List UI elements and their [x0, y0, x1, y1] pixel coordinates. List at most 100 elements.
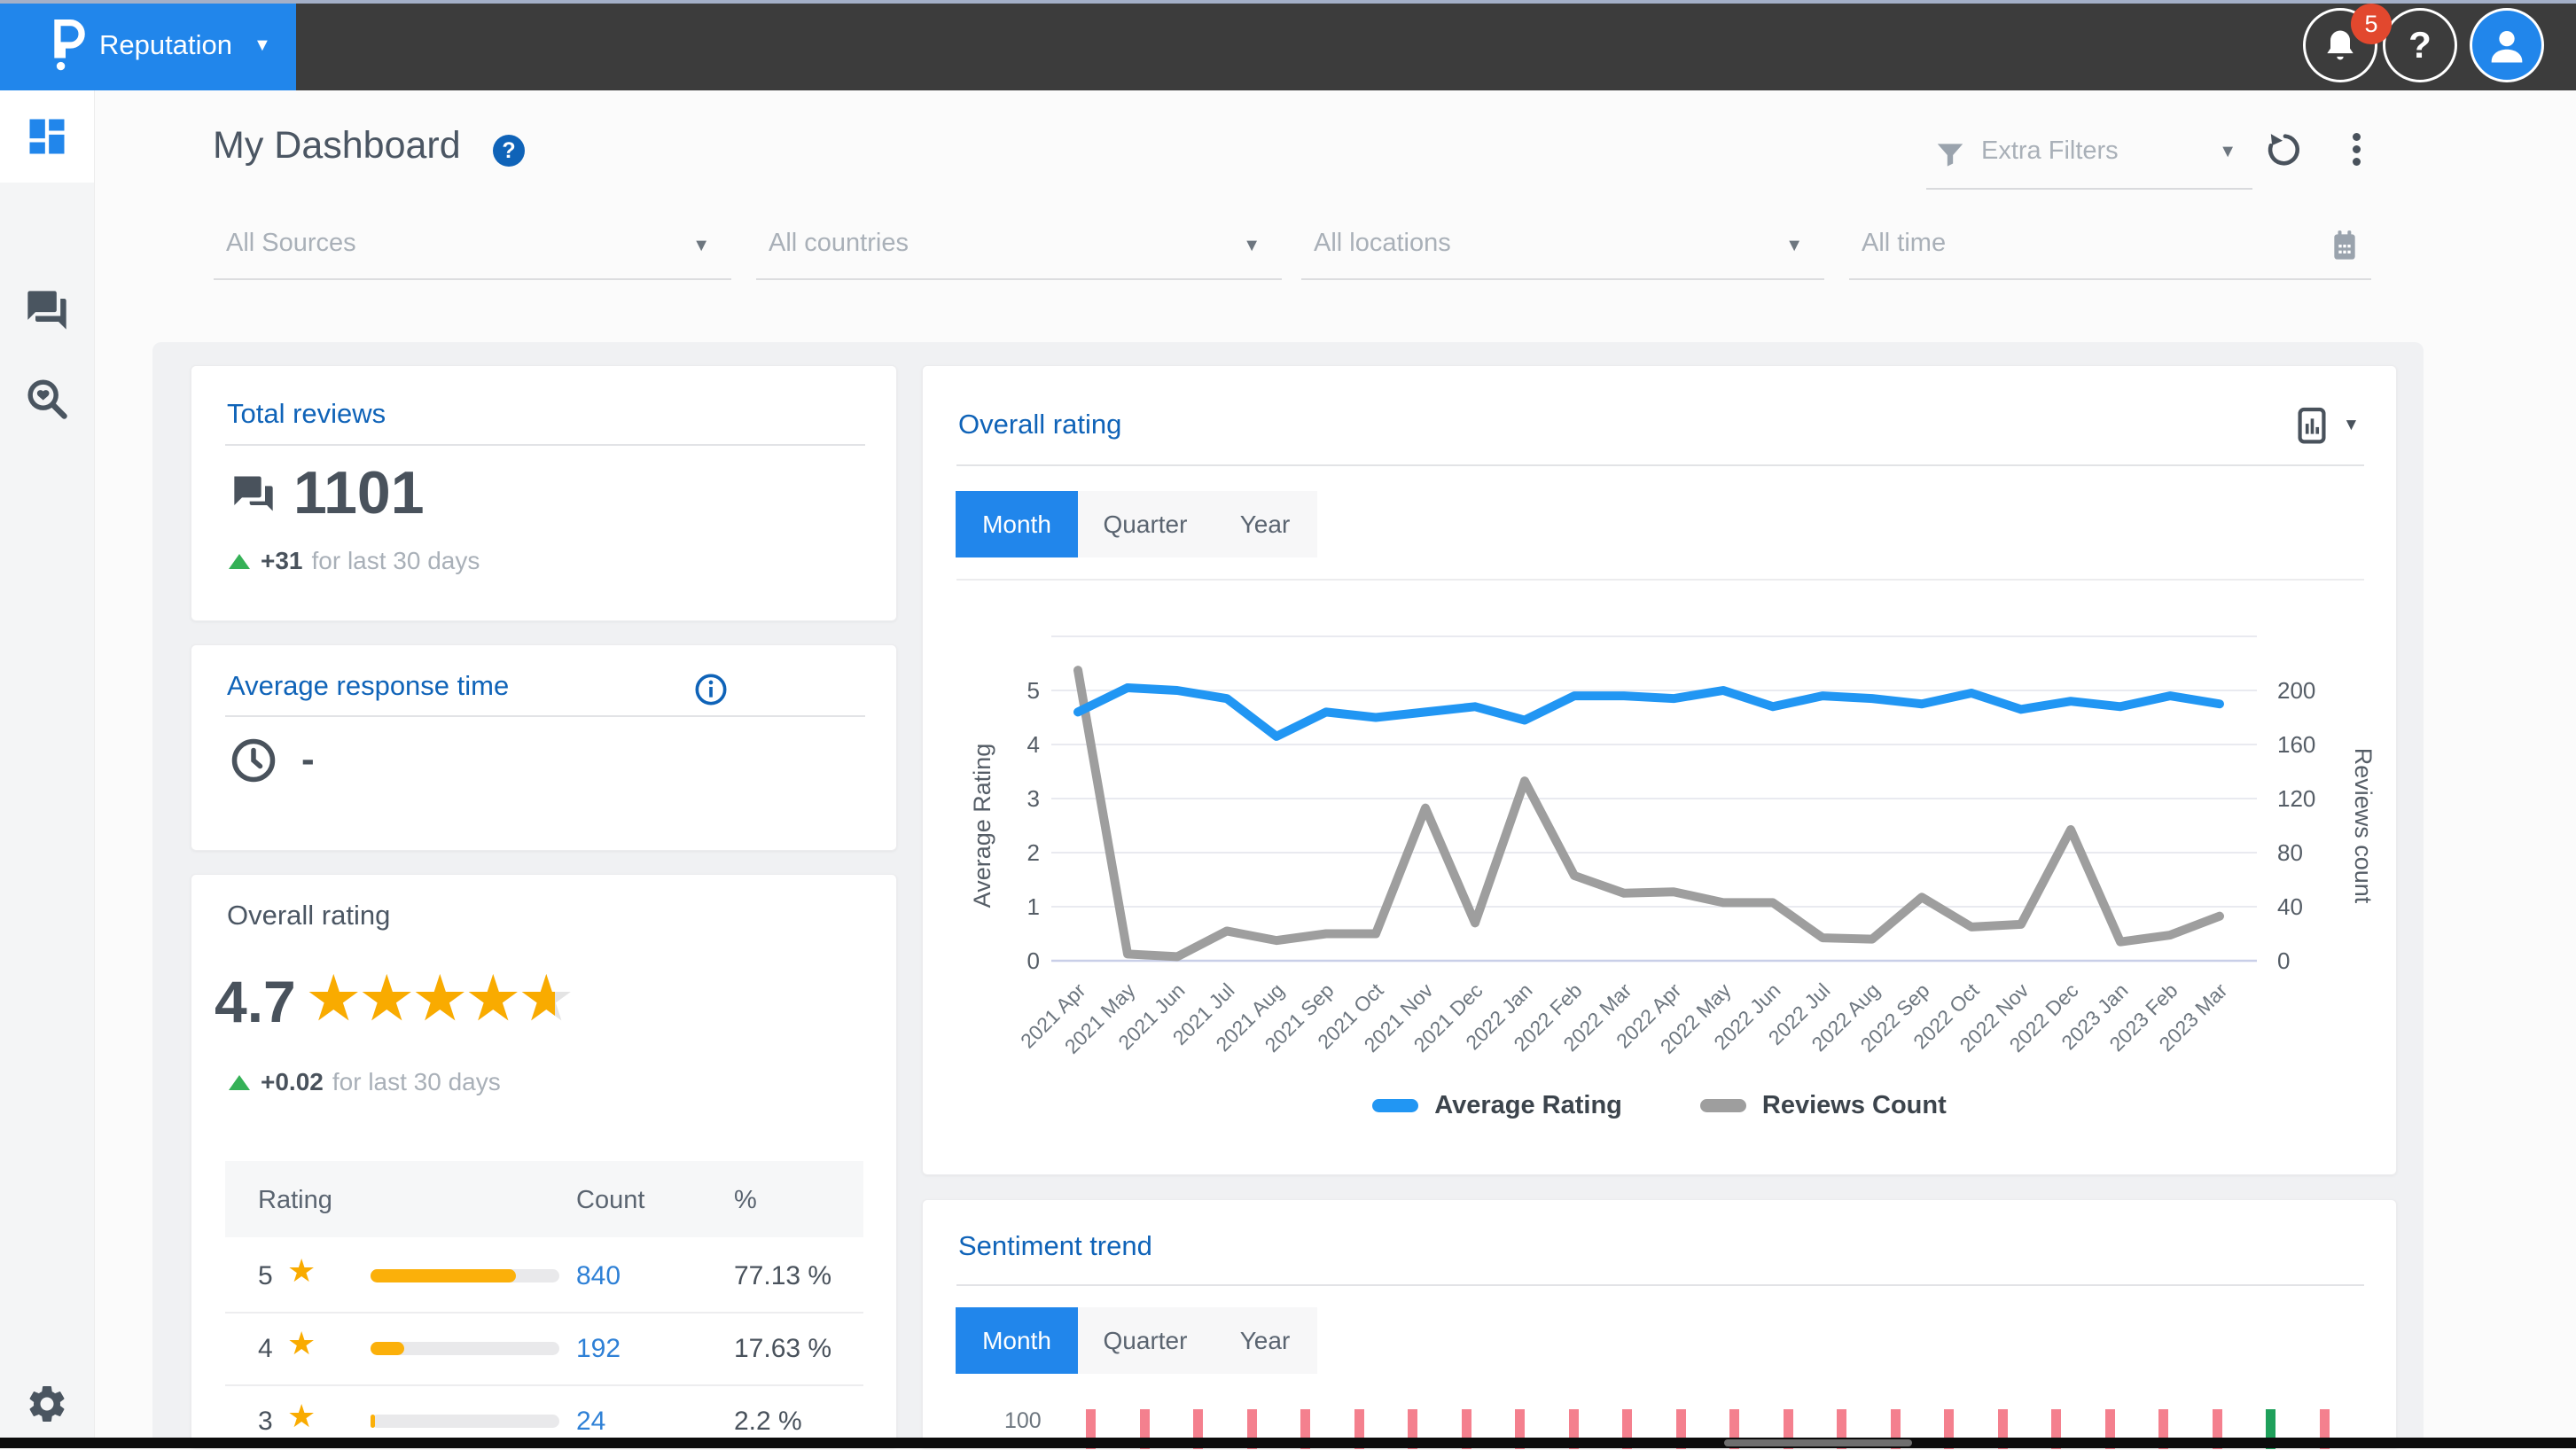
- trend-delta: +0.02: [261, 1068, 324, 1096]
- kebab-icon: [2353, 129, 2361, 170]
- reset-filters-button[interactable]: [2259, 124, 2308, 174]
- more-options-button[interactable]: [2331, 124, 2381, 174]
- page-title: My Dashboard: [213, 124, 461, 168]
- svg-text:0: 0: [2277, 947, 2290, 974]
- rating-bar: [371, 1269, 516, 1282]
- col-percent: %: [734, 1186, 757, 1215]
- trend-suffix: for last 30 days: [312, 547, 480, 575]
- rating-bar: [371, 1342, 404, 1355]
- total-reviews-card: Total reviews 1101 +31 for last 30 days: [191, 365, 897, 621]
- avg-response-title[interactable]: Average response time: [227, 670, 509, 702]
- extra-filters-select[interactable]: Extra Filters ▼: [1926, 124, 2252, 190]
- col-rating: Rating: [258, 1186, 332, 1215]
- total-reviews-trend: +31 for last 30 days: [229, 547, 480, 575]
- chevron-down-icon: ▼: [1785, 236, 1803, 256]
- user-avatar-icon: [2484, 22, 2530, 68]
- overall-rating-trend: +0.02 for last 30 days: [229, 1068, 501, 1096]
- sources-filter-select[interactable]: All Sources ▼: [214, 216, 731, 280]
- info-icon[interactable]: [693, 672, 729, 707]
- total-reviews-value: 1101: [293, 458, 425, 527]
- rating-count-link[interactable]: 840: [576, 1261, 621, 1291]
- star-icon: ★★: [411, 971, 464, 1027]
- legend-swatch: [1700, 1099, 1746, 1112]
- sentiment-ytick: 100: [1004, 1408, 1042, 1434]
- chevron-down-icon[interactable]: ▼: [2343, 416, 2360, 435]
- sidebar-item-conversations[interactable]: [0, 264, 94, 356]
- sidebar-item-settings[interactable]: [0, 1358, 94, 1450]
- tab-year[interactable]: Year: [1213, 491, 1317, 557]
- scrollbar-thumb[interactable]: [1724, 1439, 1912, 1446]
- chevron-down-icon: ▼: [2219, 142, 2236, 162]
- top-bar: Reputation ▼ 5 ?: [0, 0, 2576, 90]
- locations-filter-value: All locations: [1314, 229, 1451, 258]
- svg-text:4: 4: [1027, 731, 1040, 758]
- gear-icon: [25, 1382, 69, 1426]
- overall-rating-card: Overall rating 4.7 ★★★★★★★★★★ +0.02 for …: [191, 874, 897, 1448]
- sidebar-item-review-search[interactable]: [0, 353, 94, 445]
- svg-text:200: 200: [2277, 677, 2315, 704]
- rating-line-chart: 01234504080120160200Average RatingReview…: [967, 612, 2377, 1109]
- help-button[interactable]: ?: [2383, 8, 2457, 82]
- overall-rating-value: 4.7: [215, 968, 296, 1035]
- svg-text:1: 1: [1027, 893, 1040, 920]
- sentiment-card: Sentiment trend Month Quarter Year 100: [922, 1199, 2397, 1448]
- countries-filter-value: All countries: [769, 229, 909, 258]
- avg-response-card: Average response time -: [191, 644, 897, 851]
- calendar-icon: [2327, 227, 2362, 262]
- rating-chart-tabs: Month Quarter Year: [956, 491, 1317, 557]
- total-reviews-title[interactable]: Total reviews: [227, 398, 386, 430]
- search-heart-icon: [24, 376, 70, 422]
- tab-quarter[interactable]: Quarter: [1078, 491, 1213, 557]
- user-menu-button[interactable]: [2470, 8, 2544, 82]
- star-icon: ★★: [305, 971, 358, 1027]
- legend-item-reviews-count[interactable]: Reviews Count: [1700, 1091, 1947, 1120]
- time-filter-value: All time: [1862, 229, 1946, 258]
- brand-name: Reputation: [99, 29, 232, 61]
- rating-chart-title[interactable]: Overall rating: [958, 409, 1121, 440]
- star-icon: ★★: [464, 971, 518, 1027]
- rating-count-link[interactable]: 24: [576, 1407, 605, 1437]
- svg-text:2: 2: [1027, 839, 1040, 866]
- sentiment-title[interactable]: Sentiment trend: [958, 1230, 1152, 1262]
- chart-type-icon[interactable]: [2291, 405, 2332, 446]
- app-switcher[interactable]: Reputation ▼: [0, 0, 296, 90]
- reputation-dashboard: Reputation ▼ 5 ?: [0, 0, 2576, 1448]
- chart-legend: Average Rating Reviews Count: [923, 1091, 2396, 1120]
- horizontal-scrollbar[interactable]: [0, 1438, 2576, 1448]
- refresh-icon: [2263, 129, 2304, 169]
- svg-text:40: 40: [2277, 893, 2303, 920]
- extra-filters-label: Extra Filters: [1981, 136, 2119, 166]
- sidebar-item-dashboard[interactable]: [0, 90, 94, 183]
- rating-bar: [371, 1415, 375, 1428]
- divider: [225, 1312, 863, 1314]
- star-rating: ★★★★★★★★★★: [305, 971, 571, 1027]
- trend-delta: +31: [261, 547, 303, 575]
- tab-month[interactable]: Month: [956, 491, 1078, 557]
- overall-rating-title: Overall rating: [227, 900, 390, 932]
- countries-filter-select[interactable]: All countries ▼: [756, 216, 1282, 280]
- tab-quarter[interactable]: Quarter: [1078, 1307, 1213, 1374]
- chevron-down-icon: ▼: [1243, 236, 1261, 256]
- locations-filter-select[interactable]: All locations ▼: [1301, 216, 1824, 280]
- svg-text:0: 0: [1027, 947, 1040, 974]
- svg-text:5: 5: [1027, 677, 1040, 704]
- svg-text:160: 160: [2277, 731, 2315, 758]
- trend-up-icon: [229, 1075, 250, 1090]
- legend-item-average-rating[interactable]: Average Rating: [1372, 1091, 1622, 1120]
- divider: [956, 579, 2364, 581]
- svg-text:Average Rating: Average Rating: [969, 744, 995, 908]
- dashboard-icon: [24, 113, 70, 160]
- sidebar: [0, 90, 95, 1448]
- notification-count-badge: 5: [2351, 4, 2392, 44]
- rating-chart-card: Overall rating ▼ Month Quarter Year 0123…: [922, 365, 2397, 1175]
- chevron-down-icon: ▼: [254, 35, 271, 56]
- col-count: Count: [576, 1186, 644, 1215]
- tab-month[interactable]: Month: [956, 1307, 1078, 1374]
- svg-text:80: 80: [2277, 839, 2303, 866]
- tab-year[interactable]: Year: [1213, 1307, 1317, 1374]
- legend-swatch: [1372, 1099, 1418, 1112]
- reviews-icon: [230, 471, 277, 517]
- page-help-icon[interactable]: ?: [493, 135, 525, 167]
- rating-count-link[interactable]: 192: [576, 1334, 621, 1364]
- time-filter-select[interactable]: All time: [1849, 216, 2371, 280]
